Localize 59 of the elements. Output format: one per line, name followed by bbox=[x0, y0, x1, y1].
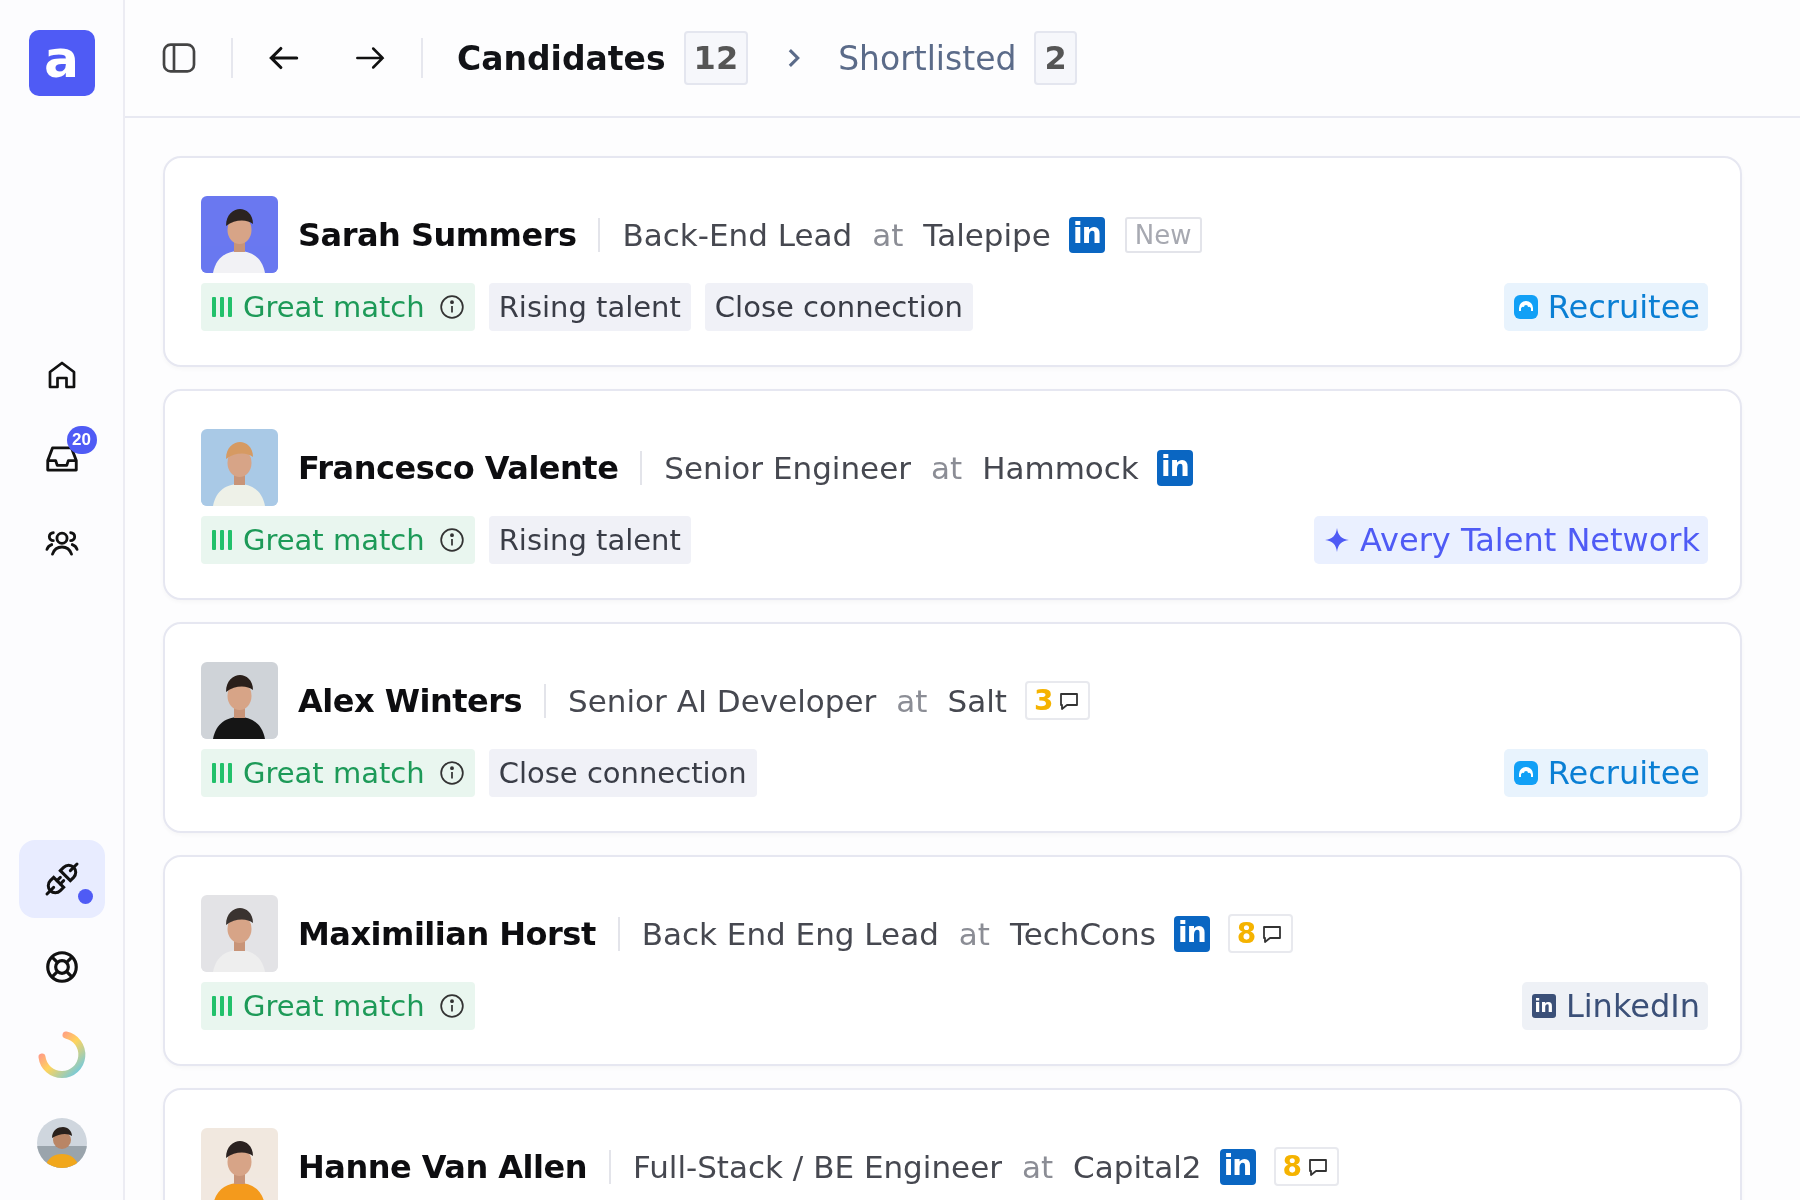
info-icon[interactable] bbox=[438, 993, 465, 1019]
candidate-name: Maximilian Horst bbox=[298, 914, 596, 953]
breadcrumb-link[interactable]: Candidates bbox=[457, 38, 666, 78]
candidate-name: Hanne Van Allen bbox=[298, 1147, 587, 1186]
company-name: Talepipe bbox=[923, 216, 1051, 253]
linkedin-badge[interactable]: in bbox=[1156, 449, 1193, 486]
tag-label: Rising talent bbox=[488, 283, 691, 331]
job-title: Back End Eng Lead bbox=[641, 915, 939, 952]
info-icon[interactable] bbox=[438, 527, 465, 553]
company-name: Capital2 bbox=[1073, 1148, 1202, 1185]
company-name: TechCons bbox=[1010, 915, 1156, 952]
candidate-name: Sarah Summers bbox=[298, 215, 577, 254]
cloud-icon bbox=[1513, 761, 1538, 785]
tag-label: Close connection bbox=[704, 283, 973, 331]
at-label: at bbox=[1021, 1148, 1054, 1185]
match-label: Great match bbox=[243, 756, 425, 790]
linkedin-badge[interactable]: in bbox=[1068, 216, 1105, 253]
comment-count-badge: 3 bbox=[1024, 681, 1091, 720]
tag-label: Close connection bbox=[488, 749, 757, 797]
new-badge: New bbox=[1124, 216, 1202, 253]
count-badge: 2 bbox=[1034, 31, 1077, 85]
source-link[interactable]: Recruitee bbox=[1503, 749, 1708, 797]
info-icon[interactable] bbox=[438, 294, 465, 320]
company-name: Hammock bbox=[982, 449, 1139, 486]
tag-label: Rising talent bbox=[488, 516, 691, 564]
job-title: Full-Stack / BE Engineer bbox=[633, 1148, 1002, 1185]
comment-count-badge: 8 bbox=[1227, 914, 1294, 953]
breadcrumb-link[interactable]: Shortlisted bbox=[838, 38, 1017, 78]
job-title: Senior AI Developer bbox=[568, 682, 877, 719]
at-label: at bbox=[958, 915, 990, 952]
match-label: Great match bbox=[243, 290, 425, 324]
at-label: at bbox=[872, 216, 904, 253]
bars-icon bbox=[211, 994, 233, 1018]
bars-icon bbox=[211, 761, 233, 785]
candidate-name: Francesco Valente bbox=[298, 448, 619, 487]
company-name: Salt bbox=[947, 682, 1007, 719]
nav-item[interactable]: 20 bbox=[18, 420, 105, 498]
candidate-name: Alex Winters bbox=[298, 681, 523, 720]
linkedin-badge[interactable]: in bbox=[1219, 1148, 1256, 1185]
count-badge: 12 bbox=[683, 31, 749, 85]
bars-icon bbox=[211, 295, 233, 319]
match-label: Great match bbox=[243, 523, 425, 557]
nav-item[interactable] bbox=[18, 840, 105, 918]
linkedin-icon: in bbox=[1531, 994, 1556, 1018]
info-icon[interactable] bbox=[438, 760, 465, 786]
source-link[interactable]: in LinkedIn bbox=[1521, 982, 1708, 1030]
at-label: at bbox=[896, 682, 928, 719]
count-badge: 20 bbox=[66, 426, 97, 454]
cloud-icon bbox=[1513, 295, 1538, 319]
source-link[interactable]: Avery Talent Network bbox=[1314, 516, 1708, 564]
at-label: at bbox=[931, 449, 963, 486]
comment-count-badge: 8 bbox=[1273, 1147, 1339, 1186]
bars-icon bbox=[211, 528, 233, 552]
match-label: Great match bbox=[243, 989, 425, 1023]
app-logo[interactable]: a bbox=[28, 30, 95, 96]
linkedin-badge[interactable]: in bbox=[1173, 915, 1210, 952]
job-title: Senior Engineer bbox=[664, 449, 911, 486]
job-title: Back-End Lead bbox=[622, 216, 853, 253]
source-link[interactable]: Recruitee bbox=[1503, 283, 1708, 331]
